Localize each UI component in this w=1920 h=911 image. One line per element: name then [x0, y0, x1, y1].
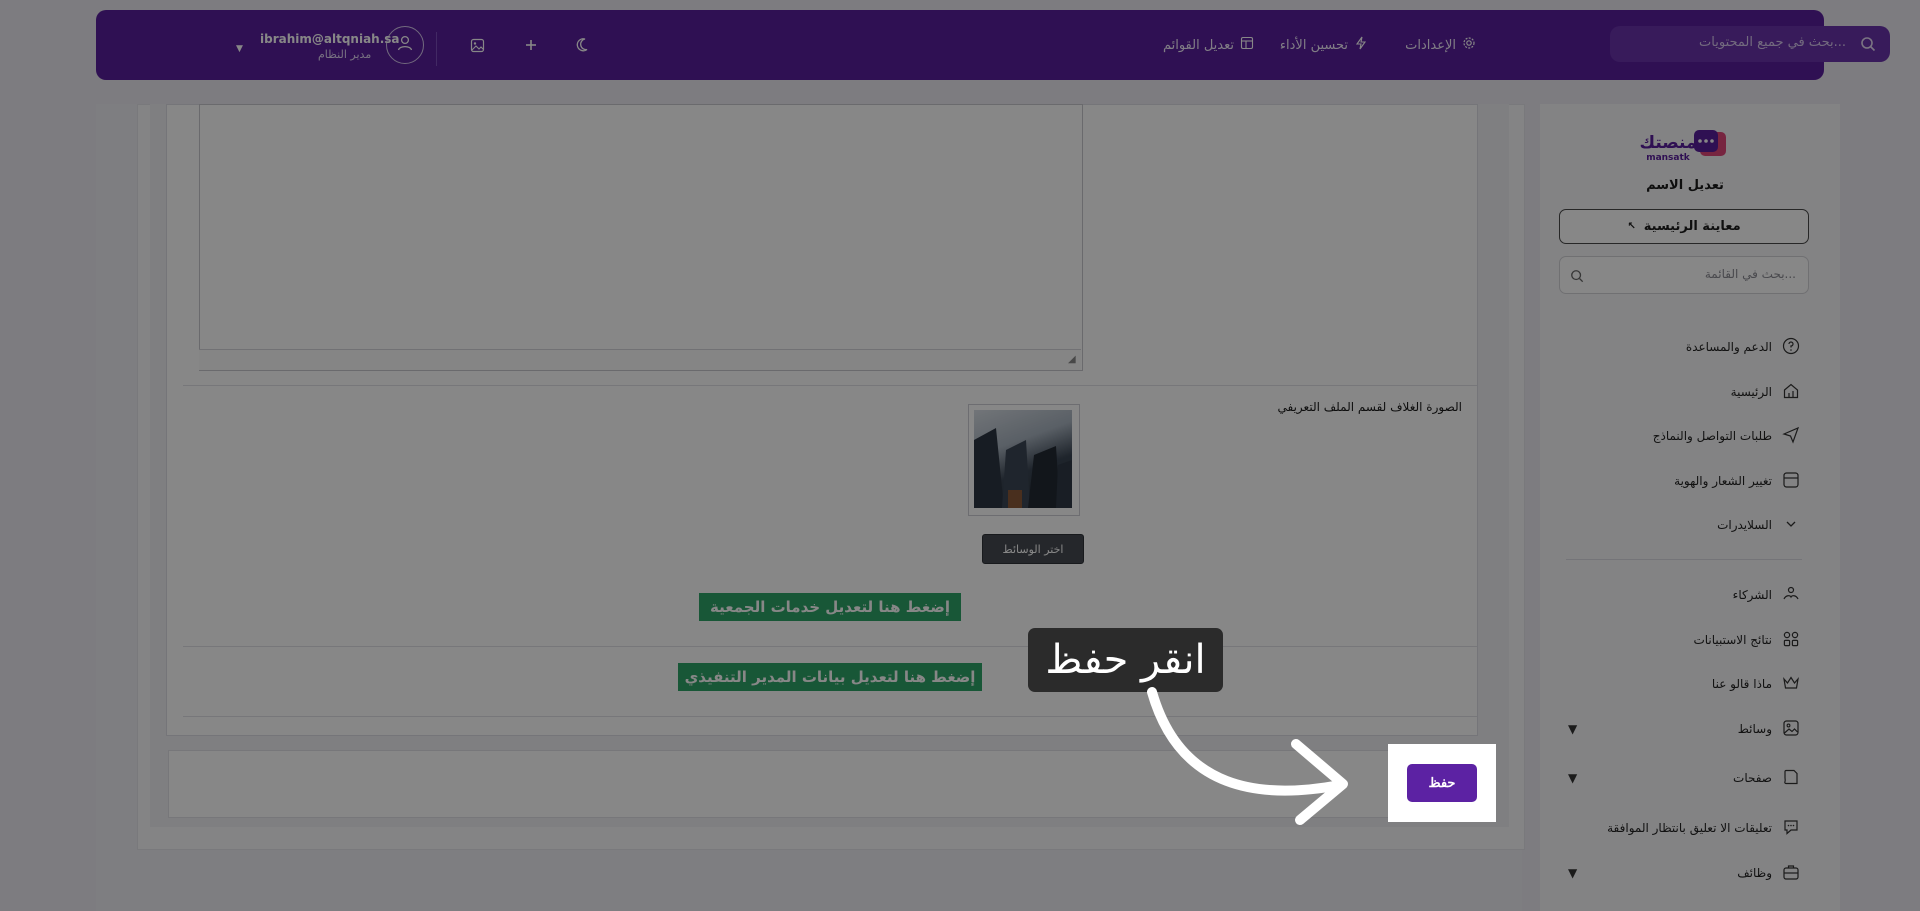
- tutorial-arrow-icon: [1140, 680, 1360, 834]
- tutorial-dim-overlay: [0, 0, 1920, 911]
- save-button[interactable]: حفظ: [1407, 764, 1477, 802]
